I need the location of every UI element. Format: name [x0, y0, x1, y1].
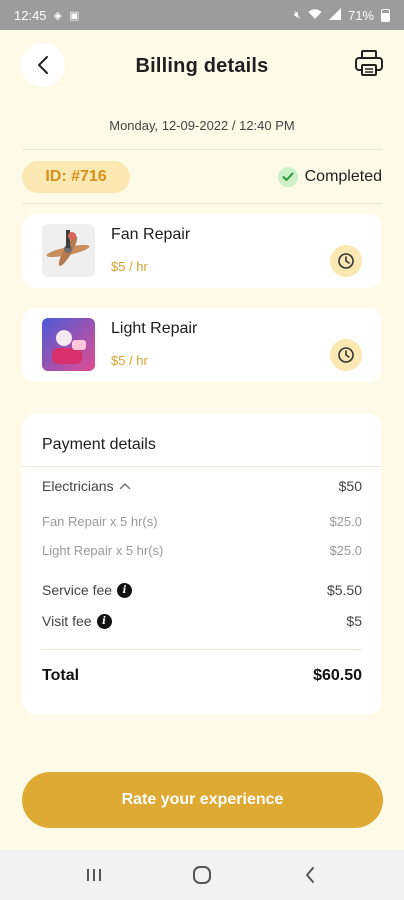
signal-icon: [328, 7, 341, 23]
recents-icon: [87, 869, 101, 881]
line-item-value: $25.0: [329, 542, 362, 558]
clock-button[interactable]: [330, 245, 362, 277]
light-repair-thumbnail: [42, 318, 95, 371]
back-icon: [306, 867, 314, 883]
category-label-wrap: Electricians: [42, 478, 131, 494]
service-rate: $5 / hr: [111, 259, 148, 274]
fan-repair-thumbnail: [42, 224, 95, 277]
category-value: $50: [338, 478, 362, 494]
total-value: $60.50: [313, 667, 362, 684]
service-rate: $5 / hr: [111, 353, 148, 368]
service-fee-value: $5.50: [326, 582, 362, 598]
header: Billing details: [0, 30, 404, 102]
page-title: Billing details: [135, 54, 269, 77]
wifi-icon: [308, 8, 322, 23]
visit-fee-label-wrap: Visit fee i: [42, 613, 112, 629]
status-bar: 12:45 ◈ ▣ 🔇︎ 71%: [0, 0, 404, 30]
total-label: Total: [42, 667, 80, 684]
order-status: Completed: [277, 165, 382, 189]
service-card[interactable]: Fan Repair $5 / hr: [22, 214, 382, 288]
category-label: Electricians: [42, 478, 114, 494]
order-datetime: Monday, 12-09-2022 / 12:40 PM: [109, 118, 295, 133]
divider: [22, 203, 382, 204]
home-icon: [193, 866, 211, 884]
order-id-badge: ID: #716: [22, 161, 130, 193]
recents-button[interactable]: [74, 855, 114, 895]
battery-percent: 71%: [347, 7, 374, 23]
status-label: Completed: [304, 168, 382, 185]
line-item-row: Fan Repair x 5 hr(s) $25.0: [42, 511, 362, 531]
clock-icon: [338, 253, 354, 269]
visit-fee-row: Visit fee i $5: [42, 611, 362, 631]
clock-icon: [338, 347, 354, 363]
mute-icon: 🔇︎: [294, 8, 301, 21]
line-item-label: Fan Repair x 5 hr(s): [42, 513, 158, 529]
divider: [42, 649, 362, 650]
visit-fee-value: $5: [346, 613, 362, 629]
divider: [22, 466, 382, 467]
system-nav-bar: [0, 850, 404, 900]
print-button[interactable]: [352, 46, 386, 80]
battery-icon: [381, 8, 390, 22]
info-icon[interactable]: i: [96, 613, 112, 629]
line-item-label: Light Repair x 5 hr(s): [42, 542, 164, 558]
rate-experience-button[interactable]: Rate your experience: [22, 772, 383, 828]
chevron-up-icon: [119, 483, 130, 490]
notification-icon: ◈: [53, 9, 63, 22]
system-back-button[interactable]: [290, 855, 330, 895]
service-fee-label-wrap: Service fee i: [42, 582, 133, 598]
line-item-row: Light Repair x 5 hr(s) $25.0: [42, 540, 362, 560]
service-name: Fan Repair: [111, 226, 191, 243]
chevron-left-icon: [38, 56, 48, 74]
total-row: Total $60.50: [42, 665, 362, 687]
payment-details-title: Payment details: [42, 436, 156, 453]
payment-details-card: Payment details Electricians $50 Fan Rep…: [22, 413, 382, 715]
back-button[interactable]: [21, 43, 65, 87]
service-fee-label: Service fee: [42, 582, 113, 598]
category-row[interactable]: Electricians $50: [42, 476, 362, 496]
app-icon: ▣: [69, 9, 80, 22]
home-button[interactable]: [182, 855, 222, 895]
info-icon[interactable]: i: [117, 582, 133, 598]
service-card[interactable]: Light Repair $5 / hr: [22, 308, 382, 382]
clock-button[interactable]: [330, 339, 362, 371]
visit-fee-label: Visit fee: [42, 613, 92, 629]
service-name: Light Repair: [111, 320, 198, 337]
line-item-value: $25.0: [329, 513, 362, 529]
divider: [22, 149, 382, 150]
check-icon: [277, 167, 298, 187]
printer-icon: [355, 50, 383, 76]
service-fee-row: Service fee i $5.50: [42, 580, 362, 600]
status-time: 12:45: [14, 7, 47, 23]
